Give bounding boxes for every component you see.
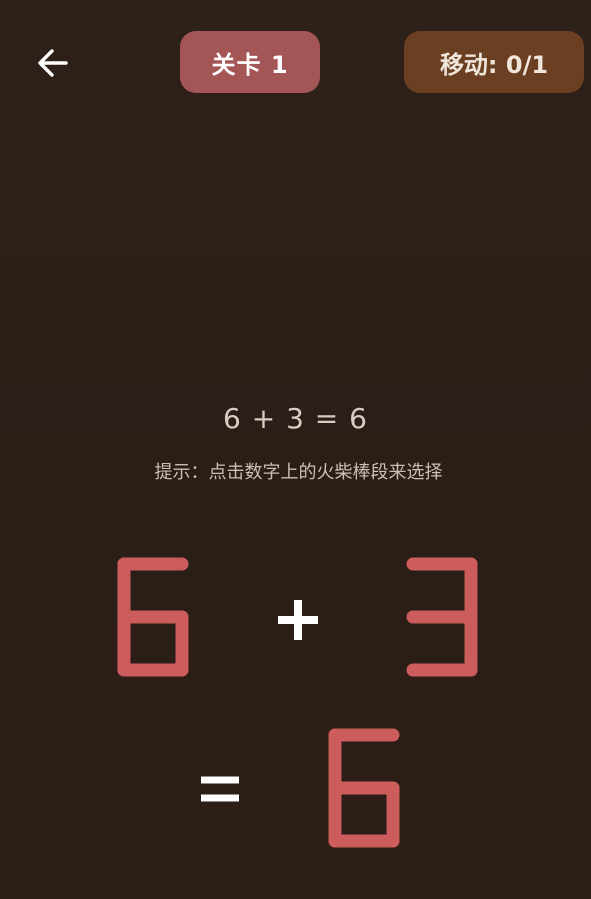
equals-operator: [201, 776, 239, 802]
left-operand-digit[interactable]: [116, 556, 190, 678]
result-digit[interactable]: [327, 727, 401, 849]
moves-counter: 移动: 0/1: [404, 31, 584, 93]
level-badge: 关卡 1: [180, 31, 320, 93]
plus-operator: [278, 600, 318, 640]
right-operand-digit[interactable]: [405, 556, 479, 678]
hint-text: 提示：点击数字上的火柴棒段来选择: [154, 462, 443, 483]
arrow-left-icon: [38, 49, 68, 77]
equation-text: 6 + 3 = 6: [223, 402, 368, 435]
back-button[interactable]: [30, 40, 76, 86]
